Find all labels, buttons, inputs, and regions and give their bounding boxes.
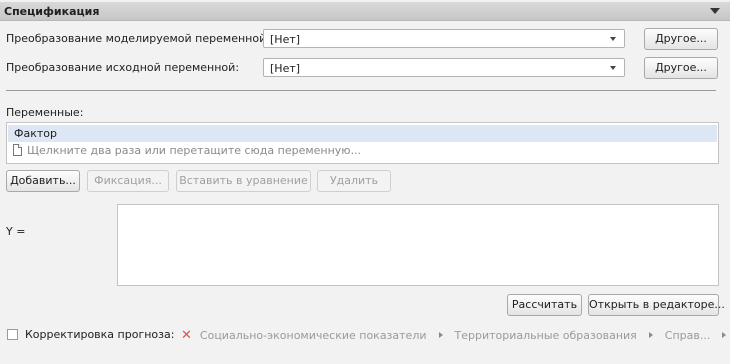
close-icon[interactable]: ✕ [181, 328, 192, 343]
forecast-adjust-checkbox[interactable] [7, 329, 18, 340]
chevron-right-icon[interactable] [438, 332, 443, 338]
variables-label: Переменные: [6, 106, 84, 119]
transform-source-value: [Нет] [270, 62, 301, 75]
list-item[interactable]: Фактор [8, 125, 717, 142]
calculate-button[interactable]: Рассчитать [507, 294, 582, 316]
chevron-right-icon[interactable] [722, 332, 727, 338]
drop-hint-text: Щелкните два раза или перетащите сюда пе… [27, 144, 362, 157]
transform-model-label: Преобразование моделируемой переменной: [6, 32, 270, 45]
insert-in-equation-button[interactable]: Вставить в уравнение [176, 170, 311, 192]
panel-title: Спецификация [4, 5, 100, 18]
section-divider [6, 90, 716, 91]
variables-list[interactable]: Фактор Щелкните два раза или перетащите … [6, 122, 719, 164]
breadcrumb-item[interactable]: Справ... [665, 329, 711, 342]
add-variable-button[interactable]: Добавить... [6, 170, 80, 192]
fix-variable-button[interactable]: Фиксация... [87, 170, 169, 192]
transform-source-other-button[interactable]: Другое... [644, 57, 718, 79]
drop-hint-row[interactable]: Щелкните два раза или перетащите сюда пе… [13, 144, 361, 157]
breadcrumb-item[interactable]: Территориальные образования [455, 329, 637, 342]
chevron-down-icon[interactable] [710, 8, 720, 14]
transform-source-label: Преобразование исходной переменной: [6, 61, 240, 74]
panel-header[interactable]: Спецификация [0, 2, 730, 21]
breadcrumb-item[interactable]: Социально-экономические показатели [200, 329, 427, 342]
equation-label: Y = [6, 225, 26, 238]
equation-editor[interactable] [117, 204, 719, 286]
delete-variable-button[interactable]: Удалить [317, 170, 391, 192]
forecast-adjust-label: Корректировка прогноза: [25, 328, 175, 341]
dropdown-arrow-icon [610, 37, 616, 41]
transform-model-other-button[interactable]: Другое... [644, 28, 718, 50]
transform-model-select[interactable]: [Нет] [263, 29, 625, 48]
variable-name: Фактор [14, 127, 57, 140]
open-in-editor-button[interactable]: Открыть в редакторе... [588, 294, 725, 316]
breadcrumb: ✕ Социально-экономические показатели Терри… [181, 328, 730, 343]
transform-model-value: [Нет] [270, 33, 301, 46]
document-icon [13, 144, 22, 156]
transform-source-select[interactable]: [Нет] [263, 58, 625, 77]
dropdown-arrow-icon [610, 66, 616, 70]
chevron-right-icon[interactable] [648, 332, 653, 338]
